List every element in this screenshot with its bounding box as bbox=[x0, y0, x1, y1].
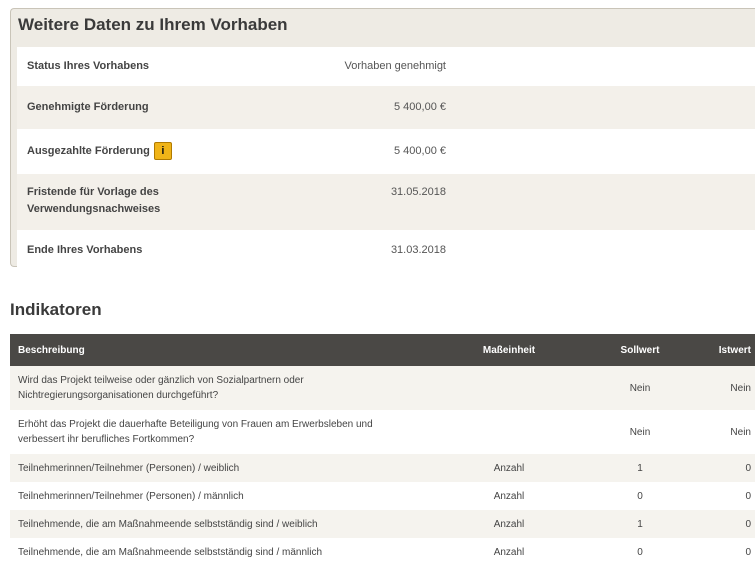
cell-unit: Anzahl bbox=[446, 510, 572, 538]
table-header-row: Beschreibung Maßeinheit Sollwert Istwert bbox=[10, 334, 755, 366]
cell-actual: 0 bbox=[708, 510, 755, 538]
cell-description: Wird das Projekt teilweise oder gänzlich… bbox=[10, 366, 446, 410]
page: Weitere Daten zu Ihrem Vorhaben Status I… bbox=[0, 0, 755, 572]
description-line2: verbessert ihr berufliches Fortkommen? bbox=[18, 434, 195, 445]
table-row: Teilnehmerinnen/Teilnehmer (Personen) / … bbox=[10, 482, 755, 510]
detail-value: 31.03.2018 bbox=[390, 244, 446, 256]
cell-description: Erhöht das Projekt die dauerhafte Beteil… bbox=[10, 410, 446, 454]
cell-description: Teilnehmerinnen/Teilnehmer (Personen) / … bbox=[10, 482, 446, 510]
detail-label-line2: Verwendungsnachweises bbox=[27, 203, 161, 215]
detail-value: 31.05.2018 bbox=[390, 186, 446, 198]
cell-target: Nein bbox=[572, 366, 708, 410]
cell-target: 0 bbox=[572, 538, 708, 566]
column-header-unit[interactable]: Maßeinheit bbox=[446, 334, 572, 366]
cell-target: 0 bbox=[572, 482, 708, 510]
info-icon[interactable]: i bbox=[153, 142, 172, 160]
cell-description: Teilnehmende, die am Maßnahmeende selbst… bbox=[10, 510, 446, 538]
description-line1: Erhöht das Projekt die dauerhafte Beteil… bbox=[18, 419, 373, 430]
cell-unit: Anzahl bbox=[446, 454, 572, 482]
table-row: Teilnehmerinnen/Teilnehmer (Personen) / … bbox=[10, 454, 755, 482]
detail-value: 5 400,00 € bbox=[394, 101, 446, 113]
table-row: Teilnehmende, die am Maßnahmeende selbst… bbox=[10, 538, 755, 566]
cell-actual: 0 bbox=[708, 454, 755, 482]
cell-unit: Anzahl bbox=[446, 538, 572, 566]
cell-description: Teilnehmende, die am Maßnahmeende selbst… bbox=[10, 538, 446, 566]
detail-label-text: Ausgezahlte Förderung bbox=[27, 144, 150, 157]
detail-row-end: Ende Ihres Vorhabens 31.03.2018 bbox=[17, 231, 755, 270]
detail-row-paid-funding: Ausgezahlte Förderung i 5 400,00 € bbox=[17, 130, 755, 174]
cell-actual: Nein bbox=[708, 410, 755, 454]
detail-value: 5 400,00 € bbox=[394, 145, 446, 157]
cell-target: 1 bbox=[572, 510, 708, 538]
column-header-actual[interactable]: Istwert bbox=[708, 334, 755, 366]
detail-row-status: Status Ihres Vorhabens Vorhaben genehmig… bbox=[17, 47, 755, 86]
detail-label: Ende Ihres Vorhabens bbox=[27, 244, 143, 256]
detail-label: Ausgezahlte Förderung i bbox=[27, 142, 172, 160]
detail-label: Status Ihres Vorhabens bbox=[27, 60, 150, 72]
detail-label-line1: Fristende für Vorlage des bbox=[27, 186, 159, 198]
cell-actual: 0 bbox=[708, 482, 755, 510]
cell-unit: Anzahl bbox=[446, 482, 572, 510]
detail-label: Genehmigte Förderung bbox=[27, 101, 149, 113]
project-details-panel: Weitere Daten zu Ihrem Vorhaben Status I… bbox=[10, 8, 755, 270]
detail-row-approved-funding: Genehmigte Förderung 5 400,00 € bbox=[17, 86, 755, 130]
table-row: Teilnehmende, die am Maßnahmeende selbst… bbox=[10, 510, 755, 538]
column-header-target[interactable]: Sollwert bbox=[572, 334, 708, 366]
cell-unit bbox=[446, 366, 572, 410]
detail-row-deadline: Fristende für Vorlage des Verwendungsnach… bbox=[17, 174, 755, 231]
cell-unit bbox=[446, 410, 572, 454]
cell-target: 1 bbox=[572, 454, 708, 482]
description-line2: Nichtregierungsorganisationen durchgefüh… bbox=[18, 390, 219, 401]
details-rows: Status Ihres Vorhabens Vorhaben genehmig… bbox=[17, 47, 755, 270]
detail-label: Fristende für Vorlage des Verwendungsnach… bbox=[27, 184, 160, 218]
cell-description: Teilnehmerinnen/Teilnehmer (Personen) / … bbox=[10, 454, 446, 482]
cell-actual: Nein bbox=[708, 366, 755, 410]
table-row: Erhöht das Projekt die dauerhafte Beteil… bbox=[10, 410, 755, 454]
cell-target: Nein bbox=[572, 410, 708, 454]
cell-actual: 0 bbox=[708, 538, 755, 566]
detail-value: Vorhaben genehmigt bbox=[344, 60, 446, 72]
table-row: Wird das Projekt teilweise oder gänzlich… bbox=[10, 366, 755, 410]
description-line1: Wird das Projekt teilweise oder gänzlich… bbox=[18, 375, 304, 386]
indicators-table: Beschreibung Maßeinheit Sollwert Istwert… bbox=[10, 334, 755, 566]
column-header-description[interactable]: Beschreibung bbox=[10, 334, 446, 366]
indicators-title: Indikatoren bbox=[10, 300, 102, 319]
panel-title: Weitere Daten zu Ihrem Vorhaben bbox=[18, 15, 288, 34]
